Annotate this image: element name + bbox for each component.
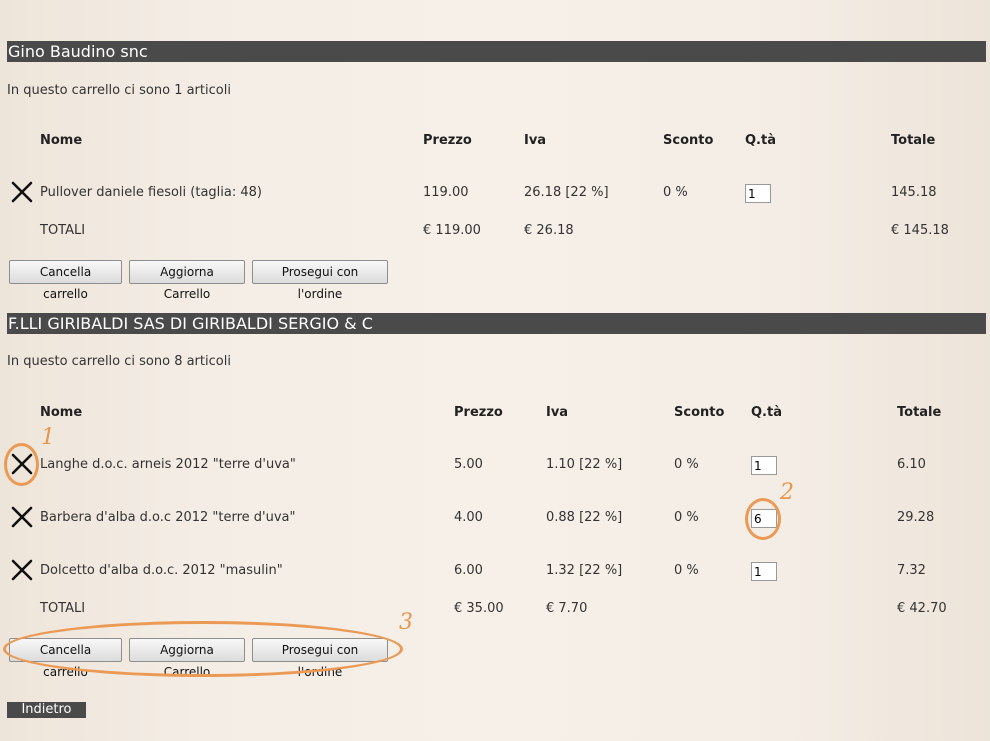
item-name: Langhe d.o.c. arneis 2012 "terre d'uva" bbox=[40, 457, 296, 472]
shop-header: F.LLI GIRIBALDI SAS DI GIRIBALDI SERGIO … bbox=[7, 313, 986, 334]
item-price: 119.00 bbox=[423, 185, 469, 200]
annotation-number: 3 bbox=[399, 610, 413, 635]
col-header-discount: Sconto bbox=[663, 133, 714, 148]
col-header-qty: Q.tà bbox=[745, 133, 776, 148]
x-icon[interactable] bbox=[10, 558, 34, 582]
item-total: 7.32 bbox=[897, 563, 926, 578]
col-header-price: Prezzo bbox=[423, 133, 472, 148]
totals-vat: € 26.18 bbox=[524, 223, 574, 238]
item-discount: 0 % bbox=[674, 563, 699, 578]
col-header-qty: Q.tà bbox=[751, 405, 782, 420]
item-discount: 0 % bbox=[674, 457, 699, 472]
proceed-order-button[interactable]: Prosegui con l'ordine bbox=[252, 260, 388, 301]
item-discount: 0 % bbox=[674, 510, 699, 525]
totals-price: € 119.00 bbox=[423, 223, 481, 238]
item-name: Barbera d'alba d.o.c 2012 "terre d'uva" bbox=[40, 510, 296, 525]
totals-vat: € 7.70 bbox=[546, 601, 588, 616]
item-price: 4.00 bbox=[454, 510, 483, 525]
cart-item-count: In questo carrello ci sono 1 articoli bbox=[7, 83, 231, 98]
annotation-circle bbox=[745, 498, 781, 540]
col-header-total: Totale bbox=[897, 405, 942, 420]
annotation-number: 2 bbox=[780, 480, 794, 505]
item-price: 5.00 bbox=[454, 457, 483, 472]
item-name: Pullover daniele fiesoli (taglia: 48) bbox=[40, 185, 262, 200]
item-price: 6.00 bbox=[454, 563, 483, 578]
col-header-name: Nome bbox=[40, 133, 83, 148]
update-cart-button[interactable]: Aggiorna Carrello bbox=[129, 260, 245, 301]
back-button[interactable]: Indietro bbox=[7, 702, 86, 718]
item-total: 145.18 bbox=[891, 185, 937, 200]
totals-label: TOTALI bbox=[40, 601, 86, 616]
annotation-number: 1 bbox=[41, 425, 55, 450]
annotation-circle bbox=[4, 443, 39, 486]
clear-cart-button[interactable]: Cancella carrello bbox=[9, 260, 122, 301]
item-vat: 1.10 [22 %] bbox=[546, 457, 623, 472]
item-vat: 26.18 [22 %] bbox=[524, 185, 609, 200]
cart-item-count: In questo carrello ci sono 8 articoli bbox=[7, 354, 231, 369]
col-header-total: Totale bbox=[891, 133, 936, 148]
totals-price: € 35.00 bbox=[454, 601, 504, 616]
annotation-ellipse bbox=[3, 621, 403, 677]
col-header-vat: Iva bbox=[524, 133, 547, 148]
item-total: 29.28 bbox=[897, 510, 935, 525]
shop-header: Gino Baudino snc bbox=[7, 41, 986, 62]
totals-label: TOTALI bbox=[40, 223, 86, 238]
item-vat: 0.88 [22 %] bbox=[546, 510, 623, 525]
qty-input[interactable] bbox=[745, 184, 771, 203]
col-header-discount: Sconto bbox=[674, 405, 725, 420]
x-icon[interactable] bbox=[10, 505, 34, 529]
col-header-name: Nome bbox=[40, 405, 83, 420]
qty-input[interactable] bbox=[751, 562, 777, 581]
qty-input[interactable] bbox=[751, 456, 777, 475]
totals-total: € 145.18 bbox=[891, 223, 949, 238]
item-name: Dolcetto d'alba d.o.c. 2012 "masulin" bbox=[40, 563, 283, 578]
totals-total: € 42.70 bbox=[897, 601, 947, 616]
item-discount: 0 % bbox=[663, 185, 688, 200]
item-total: 6.10 bbox=[897, 457, 926, 472]
col-header-vat: Iva bbox=[546, 405, 569, 420]
col-header-price: Prezzo bbox=[454, 405, 503, 420]
item-vat: 1.32 [22 %] bbox=[546, 563, 623, 578]
x-icon[interactable] bbox=[10, 180, 34, 204]
